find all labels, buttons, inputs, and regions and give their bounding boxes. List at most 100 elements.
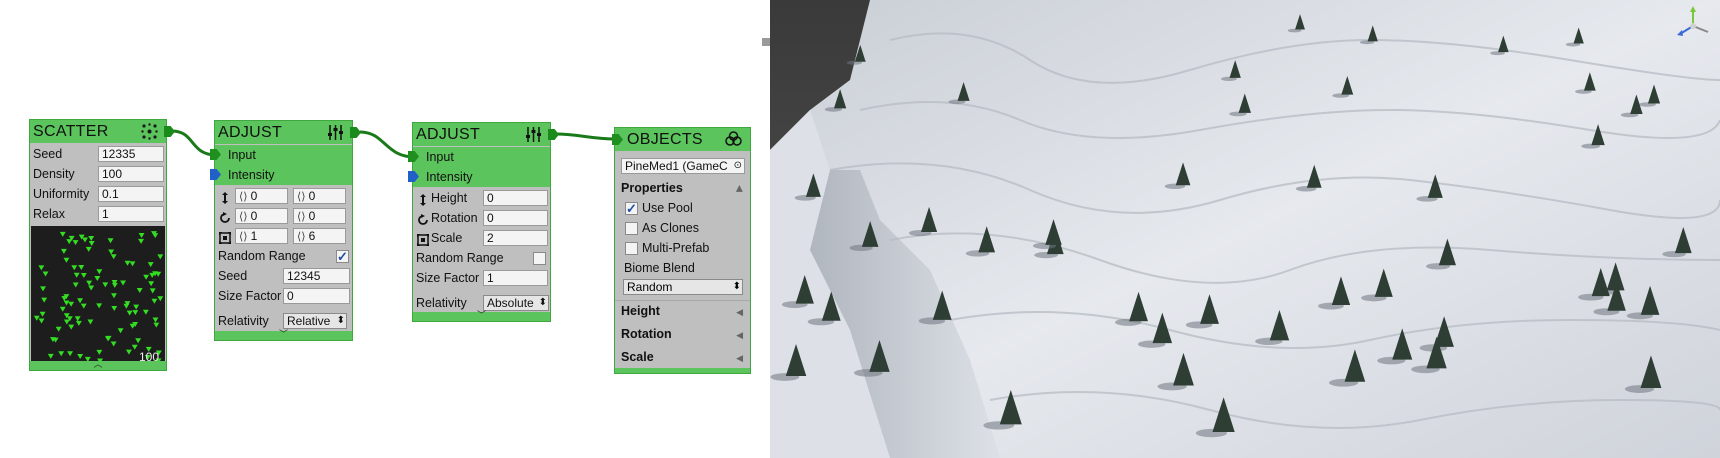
scatter-point: [138, 238, 145, 244]
scatter-point: [73, 272, 80, 278]
divider: [615, 300, 750, 301]
height-min-field[interactable]: ⟨⟩ 0: [235, 188, 288, 204]
height-foldout-icon[interactable]: ◀: [736, 307, 743, 318]
adjust-node-1[interactable]: ADJUST Input Intensity ⟨⟩ 0 ⟨⟩ 0 ⟨⟩ 0 ⟨⟩…: [210, 120, 361, 341]
scatter-point: [75, 320, 82, 326]
scale-min-field[interactable]: ⟨⟩ 1: [235, 228, 288, 244]
random-range-checkbox[interactable]: [336, 247, 349, 267]
scatter-point: [78, 265, 85, 271]
size-factor-field[interactable]: 1: [483, 270, 548, 286]
sliders-icon: [526, 127, 541, 142]
scatter-point: [74, 316, 81, 322]
scene-view[interactable]: [770, 0, 1720, 458]
scatter-point: [129, 261, 136, 267]
expand-icon[interactable]: ﹀: [413, 311, 550, 320]
adjust-node-2[interactable]: ADJUST Input Intensity Height 0 Rotation…: [408, 122, 559, 322]
rotation-foldout[interactable]: Rotation: [621, 327, 672, 341]
properties-label[interactable]: Properties: [621, 181, 683, 195]
adjust2-footer[interactable]: ﹀: [413, 311, 550, 321]
multi-prefab-label: Multi-Prefab: [642, 241, 710, 255]
scatter-point: [68, 301, 75, 307]
scatter-point: [152, 317, 159, 323]
collapse-icon[interactable]: ︿: [30, 360, 166, 369]
scatter-node[interactable]: SCATTER Seed 12335 Density 100 Uniformity 0…: [29, 119, 175, 371]
multi-prefab-checkbox[interactable]: [625, 242, 638, 255]
scatter-point: [111, 305, 118, 311]
uniformity-label: Uniformity: [33, 187, 90, 201]
seed-field[interactable]: 12345: [283, 268, 350, 284]
height-icon: [219, 190, 231, 204]
wire-adjust2-objects: [554, 132, 617, 141]
objects-header[interactable]: OBJECTS: [612, 128, 750, 151]
use-pool-checkbox[interactable]: [625, 199, 638, 219]
adjust2-output-port[interactable]: [548, 129, 559, 140]
uniformity-field[interactable]: 0.1: [98, 186, 164, 202]
object-picker-icon[interactable]: ⊙: [734, 159, 742, 173]
scatter-point: [67, 351, 74, 357]
random-range-checkbox[interactable]: [533, 252, 546, 265]
relativity-dropdown[interactable]: Relative: [283, 313, 347, 329]
scatter-point: [77, 298, 84, 304]
adjust2-intensity-port[interactable]: [408, 171, 419, 182]
height-foldout[interactable]: Height: [621, 304, 660, 318]
adjust1-input-port[interactable]: [210, 149, 221, 160]
rotation-max-field[interactable]: ⟨⟩ 0: [293, 208, 346, 224]
adjust1-intensity-port[interactable]: [210, 169, 221, 180]
orientation-gizmo[interactable]: [1672, 4, 1714, 44]
expand-icon[interactable]: ﹀: [215, 330, 352, 339]
objects-node[interactable]: OBJECTS PineMed1 (GameC⊙ Properties ◀ Us…: [612, 127, 751, 374]
object-field[interactable]: PineMed1 (GameC ⊙: [621, 158, 745, 174]
scatter-point: [136, 288, 143, 294]
relax-field[interactable]: 1: [98, 206, 164, 222]
objects-title: OBJECTS: [627, 131, 703, 148]
adjust2-header[interactable]: ADJUST: [413, 123, 559, 146]
rotation-field[interactable]: 0: [483, 210, 548, 226]
scale-icon: [417, 232, 429, 246]
properties-foldout-icon[interactable]: ◀: [734, 185, 745, 192]
scatter-point: [131, 344, 138, 350]
seed-field[interactable]: 12335: [98, 146, 164, 162]
random-range-label: Random Range: [218, 249, 306, 263]
objects-footer: [615, 368, 750, 373]
scatter-point: [86, 280, 93, 286]
scatter-header[interactable]: SCATTER: [30, 120, 175, 143]
density-field[interactable]: 100: [98, 166, 164, 182]
height-label: Height: [431, 191, 468, 205]
objects-input-port[interactable]: [612, 134, 623, 145]
adjust1-header[interactable]: ADJUST: [215, 121, 361, 144]
scatter-point: [85, 246, 92, 252]
snowy-terrain-render[interactable]: [770, 0, 1720, 458]
relativity-dropdown[interactable]: Absolute: [483, 295, 549, 311]
height-max-field[interactable]: ⟨⟩ 0: [293, 188, 346, 204]
rotation-foldout-icon[interactable]: ◀: [736, 330, 743, 341]
as-clones-checkbox[interactable]: [625, 222, 638, 235]
scatter-point: [126, 310, 133, 316]
scale-foldout[interactable]: Scale: [621, 350, 654, 364]
scatter-point: [143, 274, 150, 280]
scatter-point: [157, 254, 164, 260]
scatter-point: [60, 248, 67, 254]
scatter-point: [42, 271, 49, 277]
scatter-footer[interactable]: ︿: [30, 360, 166, 370]
rotation-min-field[interactable]: ⟨⟩ 0: [235, 208, 288, 224]
size-factor-label: Size Factor: [218, 289, 282, 303]
scatter-point: [66, 239, 73, 245]
scatter-point: [80, 303, 87, 309]
size-factor-field[interactable]: 0: [283, 288, 350, 304]
panel-splitter[interactable]: [762, 38, 770, 46]
biome-blend-dropdown[interactable]: Random: [623, 279, 743, 295]
scale-max-field[interactable]: ⟨⟩ 6: [293, 228, 346, 244]
relativity-label: Relativity: [218, 314, 269, 328]
adjust1-footer[interactable]: ﹀: [215, 330, 352, 340]
scatter-point: [87, 319, 94, 325]
scatter-point: [63, 257, 70, 263]
adjust1-output-port[interactable]: [350, 127, 361, 138]
wire-adjust1-adjust2: [359, 130, 416, 159]
adjust2-input-port[interactable]: [408, 151, 419, 162]
scatter-output-port[interactable]: [164, 126, 175, 137]
scatter-point: [72, 282, 79, 288]
scale-field[interactable]: 2: [483, 230, 548, 246]
height-field[interactable]: 0: [483, 190, 548, 206]
scatter-point: [33, 315, 40, 321]
scale-foldout-icon[interactable]: ◀: [736, 353, 743, 364]
